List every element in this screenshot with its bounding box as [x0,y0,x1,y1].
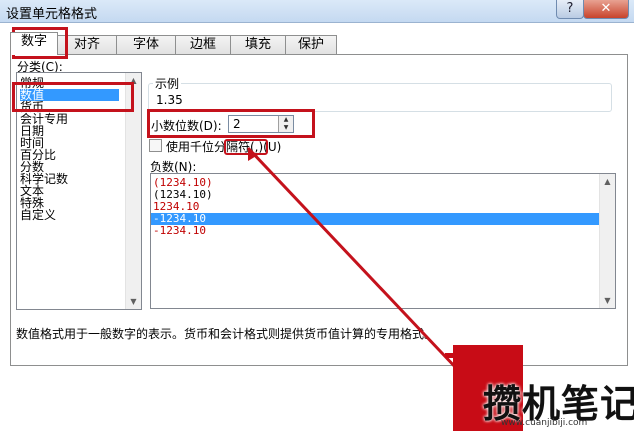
watermark: 攒机笔记 www.cuanjibiji.com [445,345,634,431]
sample-value: 1.35 [156,93,183,107]
negative-numbers-list[interactable]: (1234.10) (1234.10) 1234.10 -1234.10 -12… [150,173,616,309]
scroll-up-icon[interactable]: ▲ [126,73,141,88]
category-list[interactable]: 常规 数值 货币 会计专用 日期 时间 百分比 分数 科学记数 文本 特殊 自定… [16,72,142,310]
close-button[interactable]: ✕ [583,0,629,19]
category-scrollbar[interactable]: ▲ ▼ [125,73,141,309]
format-description: 数值格式用于一般数字的表示。货币和会计格式则提供货币值计算的专用格式。 [16,327,437,341]
negative-numbers-scrollbar[interactable]: ▲ ▼ [599,174,615,308]
spin-up-icon[interactable]: ▲ [279,116,293,124]
category-item[interactable]: 自定义 [20,209,56,221]
spin-buttons[interactable]: ▲ ▼ [278,116,293,132]
sample-group [148,83,612,112]
tab-font[interactable]: 字体 [116,35,176,54]
decimal-places-value[interactable]: 2 [233,117,241,131]
tab-fill[interactable]: 填充 [230,35,286,54]
thousands-separator-checkbox[interactable] [149,139,162,152]
tab-border[interactable]: 边框 [175,35,231,54]
window-title: 设置单元格格式 [6,7,98,22]
title-bar: 设置单元格格式 ? ✕ [0,0,634,23]
tab-protection[interactable]: 保护 [285,35,337,54]
scroll-up-icon[interactable]: ▲ [600,174,615,189]
tab-alignment[interactable]: 对齐 [57,35,117,54]
scroll-down-icon[interactable]: ▼ [126,294,141,309]
spin-down-icon[interactable]: ▼ [279,124,293,132]
thousands-separator-label[interactable]: 使用千位分隔符(,)(U) [166,138,281,155]
decimal-places-stepper[interactable]: 2 ▲ ▼ [228,115,294,133]
decimal-places-label: 小数位数(D): [151,119,222,133]
scroll-down-icon[interactable]: ▼ [600,293,615,308]
negative-format-item[interactable]: -1234.10 [151,213,600,225]
watermark-url: www.cuanjibiji.com [501,418,588,428]
tab-number[interactable]: 数字 [10,32,58,55]
sample-label: 示例 [153,75,182,92]
help-button[interactable]: ? [556,0,584,19]
negative-format-item[interactable]: -1234.10 [153,225,206,237]
